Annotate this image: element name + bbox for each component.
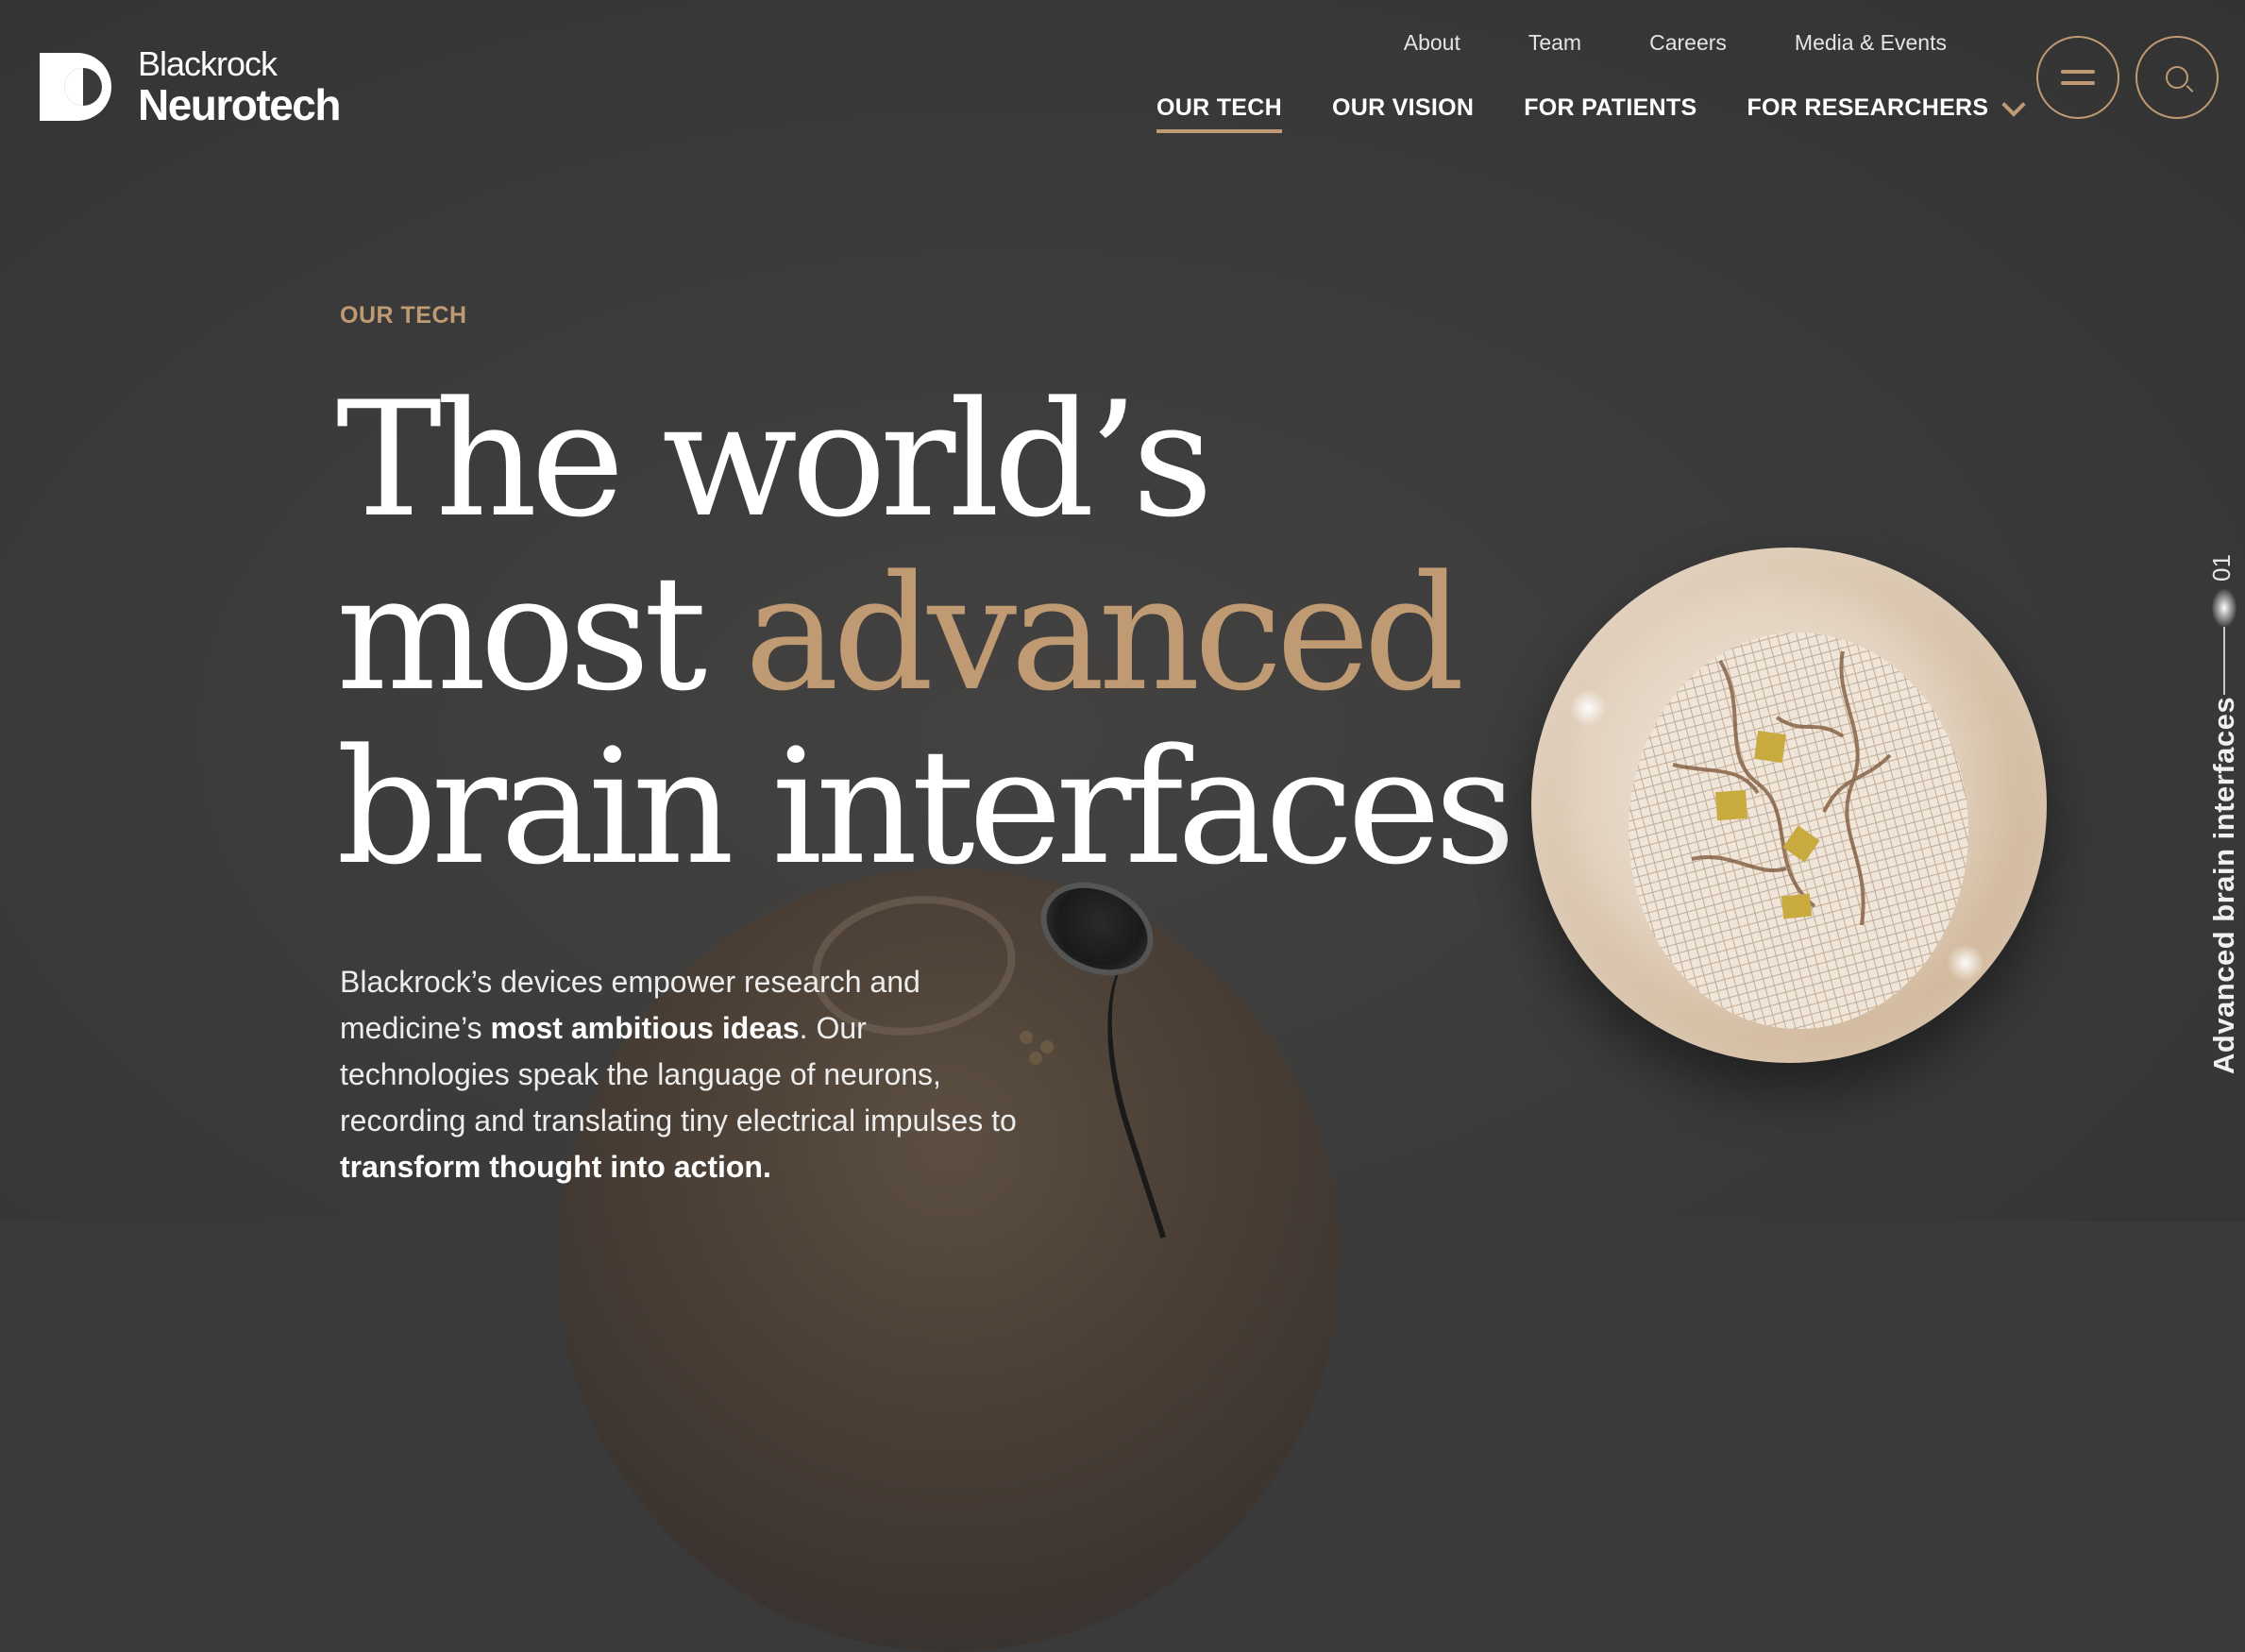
hero-headline: The world’s most advanced brain interfac… <box>336 373 1563 894</box>
brain-array-image <box>1531 548 2047 1063</box>
brand-line1: Blackrock <box>138 44 278 83</box>
utility-nav: About Team Careers Media & Events <box>1404 30 1947 56</box>
menu-button[interactable] <box>2036 36 2119 119</box>
slide-number: 01 <box>2207 554 2236 582</box>
nav-tab-for-researchers[interactable]: FOR RESEARCHERS <box>1747 92 2027 133</box>
nav-tab-label: OUR VISION <box>1331 94 1475 121</box>
headline-post: brain interfaces <box>336 715 1516 900</box>
hamburger-icon <box>2061 70 2095 85</box>
nav-tab-our-tech[interactable]: OUR TECH <box>1156 94 1282 133</box>
brand-line2: Neurotech <box>138 80 341 129</box>
nav-tab-label: OUR TECH <box>1156 94 1282 121</box>
nav-tab-our-vision[interactable]: OUR VISION <box>1332 94 1474 133</box>
chevron-down-icon <box>2001 92 2027 117</box>
search-icon <box>2166 66 2188 89</box>
search-button[interactable] <box>2135 36 2219 119</box>
nav-link-team[interactable]: Team <box>1528 30 1581 56</box>
main-nav: OUR TECH OUR VISION FOR PATIENTS FOR RES… <box>1156 92 2027 133</box>
logo-mark-icon <box>40 53 111 121</box>
section-eyebrow: OUR TECH <box>340 302 467 329</box>
slide-indicator-dot[interactable] <box>2212 589 2237 627</box>
body-bold: transform thought into action. <box>340 1150 771 1184</box>
nav-tab-for-patients[interactable]: FOR PATIENTS <box>1524 94 1696 133</box>
nav-tab-label: FOR PATIENTS <box>1524 94 1697 121</box>
hero-description: Blackrock’s devices empower research and… <box>340 959 1038 1190</box>
brand-logo[interactable]: Blackrock Neurotech <box>40 44 341 129</box>
nav-link-about[interactable]: About <box>1404 30 1460 56</box>
headline-accent: advanced <box>744 541 1465 726</box>
slide-label: Advanced brain interfaces <box>2207 696 2240 1074</box>
nav-tab-label: FOR RESEARCHERS <box>1747 94 1989 121</box>
slide-indicator-line <box>2223 627 2225 695</box>
body-bold: most ambitious ideas <box>490 1011 800 1045</box>
nav-link-media-events[interactable]: Media & Events <box>1795 30 1947 56</box>
nav-link-careers[interactable]: Careers <box>1649 30 1727 56</box>
